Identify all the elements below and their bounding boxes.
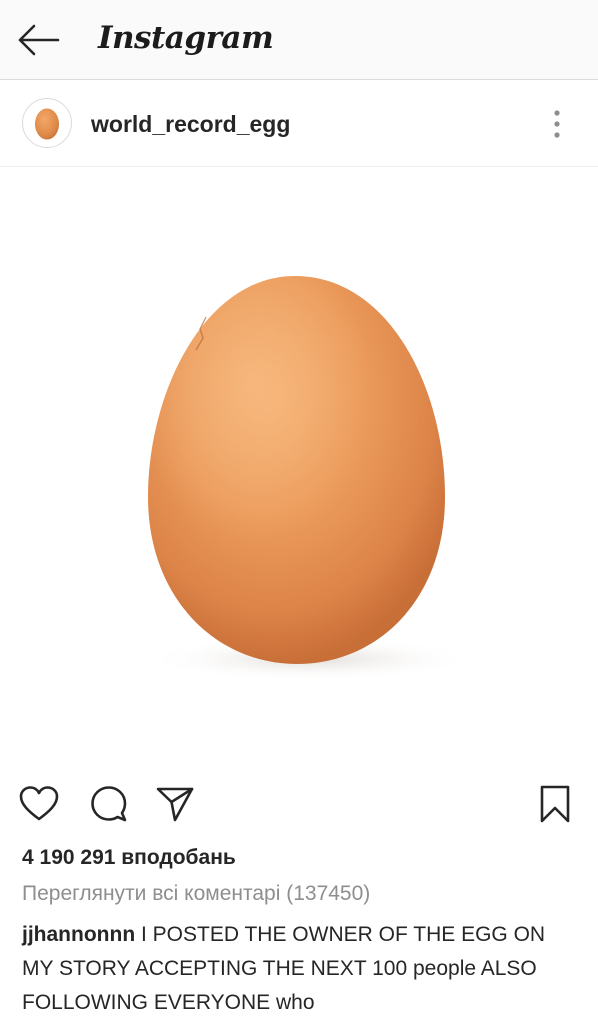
post-actions xyxy=(0,775,598,833)
avatar[interactable] xyxy=(22,98,72,148)
like-button[interactable] xyxy=(16,781,62,827)
likes-count[interactable]: 4 190 291 вподобань xyxy=(22,845,236,871)
back-button[interactable] xyxy=(12,16,64,64)
heart-icon xyxy=(19,786,59,821)
comment-preview: jjhannonnn I POSTED THE OWNER OF THE EGG… xyxy=(22,918,582,1020)
comment-icon xyxy=(91,786,127,822)
more-vertical-icon xyxy=(554,110,560,138)
back-arrow-icon xyxy=(18,24,60,56)
post-header: world_record_egg xyxy=(0,80,598,167)
bookmark-icon xyxy=(540,785,570,823)
comment-button[interactable] xyxy=(86,781,132,827)
post-username[interactable]: world_record_egg xyxy=(91,110,290,138)
egg-avatar-icon xyxy=(35,108,59,140)
view-all-comments-link[interactable]: Переглянути всі коментарі (137450) xyxy=(22,881,370,907)
share-button[interactable] xyxy=(152,781,198,827)
save-button[interactable] xyxy=(532,781,578,827)
more-options-button[interactable] xyxy=(540,104,574,144)
comment-username[interactable]: jjhannonnn xyxy=(22,923,135,946)
app-bar: Instagram xyxy=(0,0,598,80)
post-image[interactable] xyxy=(0,167,598,765)
app-logo: Instagram xyxy=(98,20,274,56)
egg-photo xyxy=(145,276,475,681)
share-icon xyxy=(156,787,194,822)
